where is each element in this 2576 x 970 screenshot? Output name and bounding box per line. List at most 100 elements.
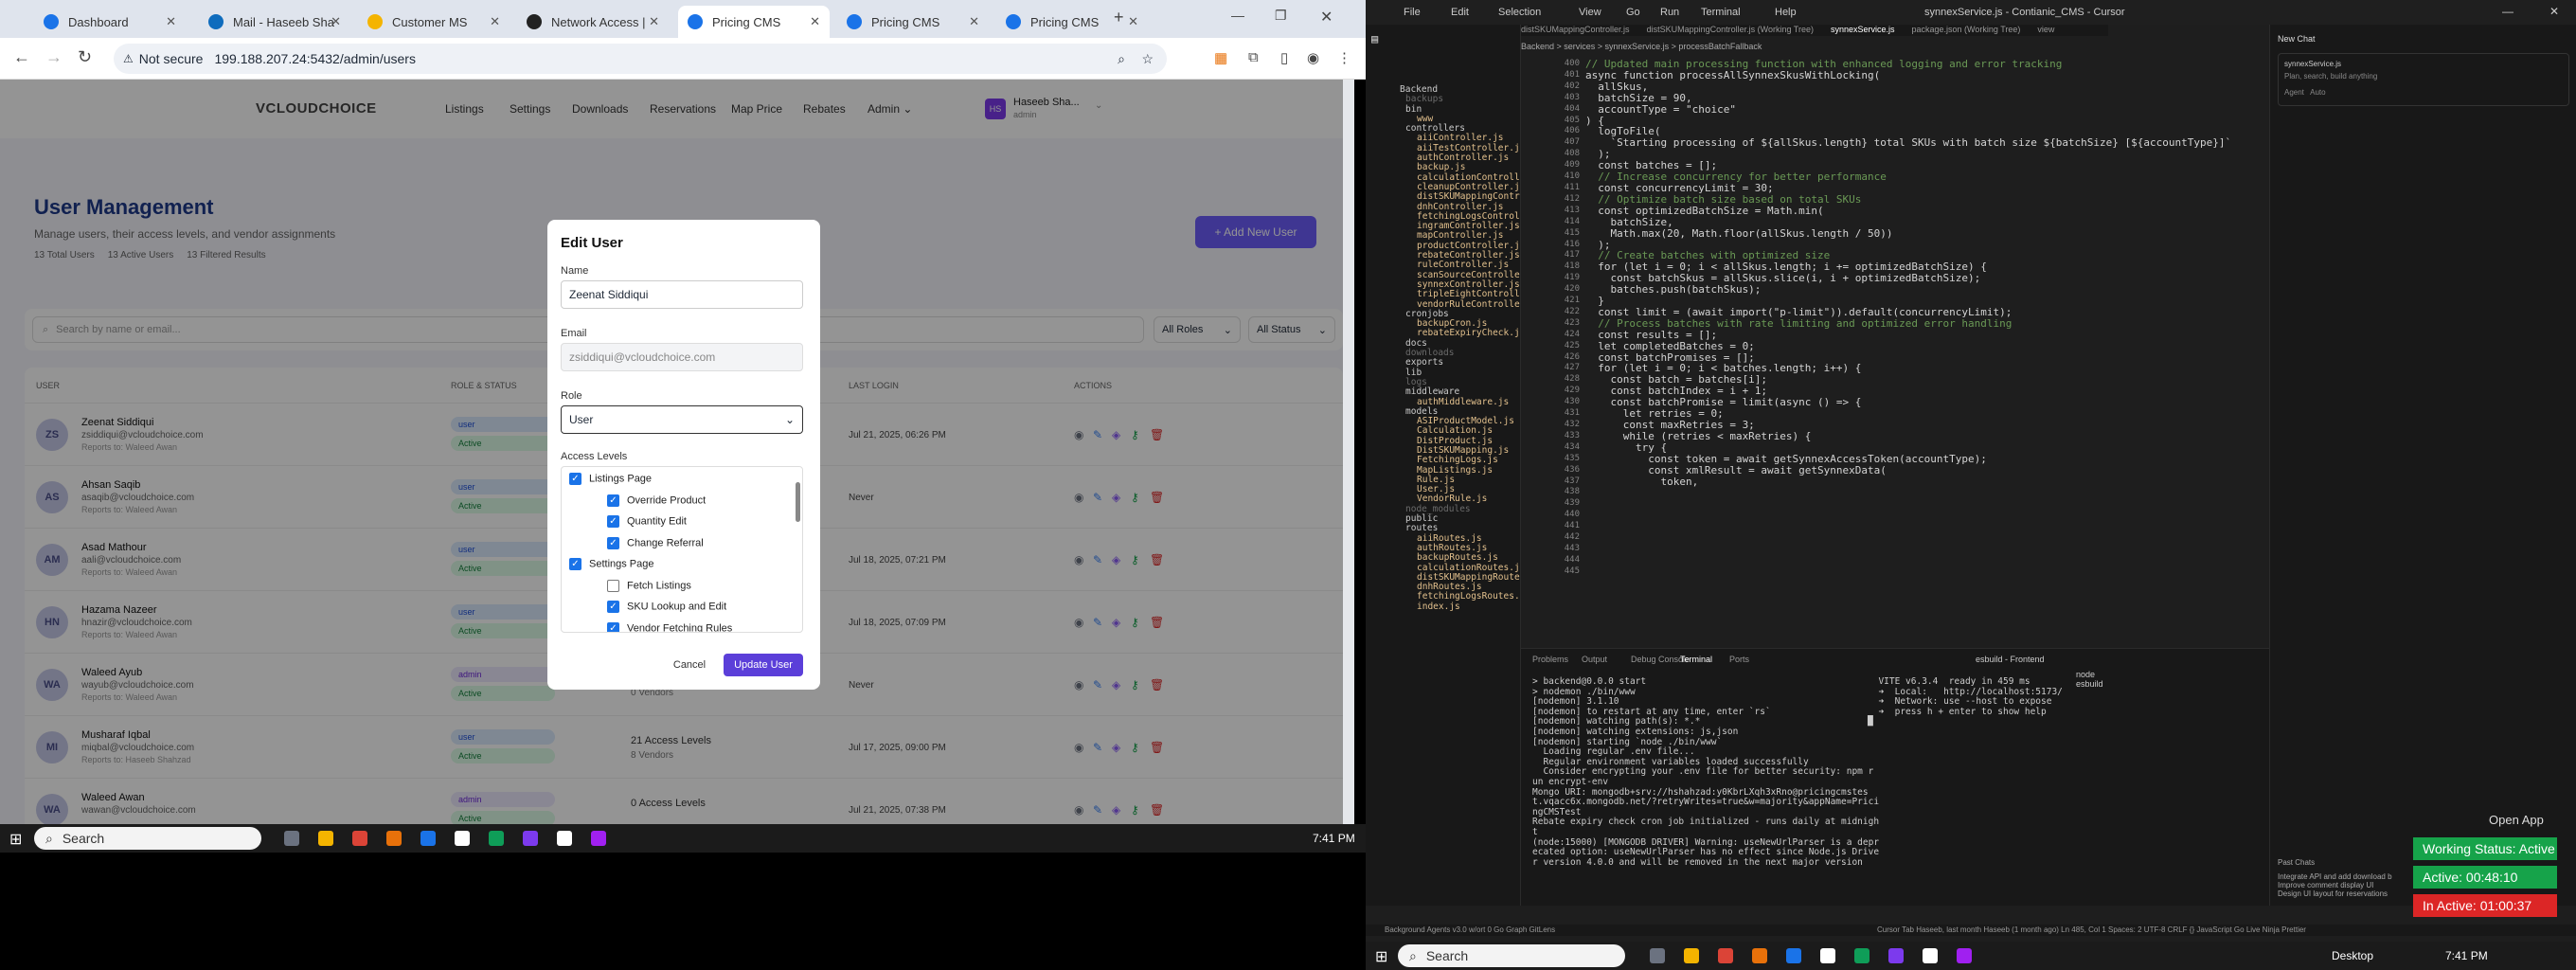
zoom-icon[interactable]: ⌕ <box>1118 51 1125 67</box>
profile-icon[interactable]: ◉ <box>1307 49 1319 66</box>
forward-icon[interactable]: → <box>45 47 63 67</box>
taskbar-app-icon[interactable] <box>284 831 299 846</box>
access-item[interactable]: ✓ Settings Page <box>569 558 654 570</box>
panel-tab-ports[interactable]: Ports <box>1729 655 1749 664</box>
name-field[interactable]: Zeenat Siddiqui <box>561 280 803 309</box>
checkbox[interactable]: ✓ <box>607 494 619 507</box>
terminal-item-esbuild[interactable]: esbuild <box>2076 679 2103 689</box>
extensions-puzzle-icon[interactable]: ⧉ <box>1248 49 1259 65</box>
update-user-button[interactable]: Update User <box>724 654 803 676</box>
chat-auto[interactable]: Auto <box>2310 88 2325 97</box>
taskbar-app-icon[interactable] <box>1923 948 1938 963</box>
editor-tab[interactable]: view <box>2037 25 2054 34</box>
tab-close-icon[interactable]: ✕ <box>969 14 979 29</box>
browser-tab[interactable]: Pricing CMS ✕ <box>837 6 989 38</box>
access-item[interactable]: ✓ Change Referral <box>607 536 704 549</box>
menu-help[interactable]: Help <box>1775 7 1797 18</box>
taskbar-app-icon[interactable] <box>1888 948 1904 963</box>
role-select[interactable]: User ⌄ <box>561 405 803 434</box>
chat-agent[interactable]: Agent <box>2284 88 2304 97</box>
scrollbar-thumb[interactable] <box>796 482 800 522</box>
editor-tab[interactable]: package.json (Working Tree) <box>1912 25 2021 34</box>
new-tab-button[interactable]: + <box>1114 8 1124 27</box>
access-item[interactable]: ✓ Vendor Fetching Rules <box>607 621 732 632</box>
checkbox[interactable] <box>607 579 619 592</box>
taskbar-app-icon[interactable] <box>1854 948 1869 963</box>
taskbar-app-icon[interactable] <box>591 831 606 846</box>
tree-file[interactable]: tripleEightController.js <box>1400 289 1520 299</box>
editor-tab[interactable]: distSKUMappingController.js <box>1521 25 1630 34</box>
menu-file[interactable]: File <box>1404 7 1421 18</box>
close-window-button[interactable]: ✕ <box>2549 5 2559 18</box>
taskbar-app-icon[interactable] <box>386 831 402 846</box>
email-field[interactable]: zsiddiqui@vcloudchoice.com <box>561 343 803 371</box>
tree-file[interactable]: backupRoutes.js <box>1400 552 1520 563</box>
tab-close-icon[interactable]: ✕ <box>490 14 500 29</box>
taskbar-app-icon[interactable] <box>489 831 504 846</box>
reload-icon[interactable]: ↻ <box>78 47 92 67</box>
windows-start-icon[interactable]: ⊞ <box>1375 947 1387 966</box>
panel-tab-output[interactable]: Output <box>1582 655 1607 664</box>
taskbar-app-icon[interactable] <box>523 831 538 846</box>
taskbar-app-icon[interactable] <box>1957 948 1972 963</box>
page-scrollbar[interactable] <box>1343 80 1354 824</box>
tab-close-icon[interactable]: ✕ <box>649 14 659 29</box>
minimize-button[interactable]: — <box>2502 5 2513 18</box>
close-window-button[interactable]: ✕ <box>1320 8 1333 27</box>
tab-close-icon[interactable]: ✕ <box>810 14 820 29</box>
extension-icon[interactable]: ▦ <box>1214 49 1227 66</box>
browser-tab[interactable]: Mail - Haseeb Sha ✕ <box>199 6 350 38</box>
checkbox[interactable]: ✓ <box>607 621 619 632</box>
taskbar-app-icon[interactable] <box>1718 948 1733 963</box>
menu-go[interactable]: Go <box>1626 7 1640 18</box>
taskbar-app-icon[interactable] <box>1752 948 1767 963</box>
menu-selection[interactable]: Selection <box>1498 7 1541 18</box>
back-icon[interactable]: ← <box>13 47 30 67</box>
open-app-button[interactable]: Open App <box>2489 813 2544 827</box>
browser-tab[interactable]: Pricing CMS ✕ <box>678 6 830 38</box>
menu-view[interactable]: View <box>1579 7 1601 18</box>
access-item[interactable]: ✓ SKU Lookup and Edit <box>607 601 726 613</box>
menu-terminal[interactable]: Terminal <box>1701 7 1741 18</box>
taskbar-app-icon[interactable] <box>557 831 572 846</box>
terminal-frontend[interactable]: VITE v6.3.4 ready in 459 ms ➜ Local: htt… <box>1868 676 2063 728</box>
maximize-button[interactable]: ❐ <box>1275 8 1287 24</box>
tree-folder[interactable]: middleware <box>1400 386 1520 397</box>
menu-edit[interactable]: Edit <box>1451 7 1469 18</box>
chat-input[interactable]: synnexService.js Plan, search, build any… <box>2278 53 2569 106</box>
editor-tab[interactable]: distSKUMappingController.js (Working Tre… <box>1647 25 1814 34</box>
access-item[interactable]: ✓ Quantity Edit <box>607 515 687 528</box>
access-levels-list[interactable]: ✓ Listings Page ✓ Override Product ✓ Quantity… <box>561 466 803 633</box>
taskbar-app-icon[interactable] <box>1786 948 1801 963</box>
minimize-button[interactable]: — <box>1231 8 1244 23</box>
sidebar-icon[interactable]: ▯ <box>1280 49 1288 66</box>
taskbar-app-icon[interactable] <box>1820 948 1835 963</box>
tab-close-icon[interactable]: ✕ <box>166 14 176 29</box>
checkbox[interactable]: ✓ <box>607 515 619 528</box>
browser-tab[interactable]: Customer MS ✕ <box>358 6 510 38</box>
taskbar-app-icon[interactable] <box>1684 948 1699 963</box>
terminal-item-node[interactable]: node <box>2076 670 2103 679</box>
code-editor[interactable]: // Updated main processing function with… <box>1585 59 2231 646</box>
url-field[interactable]: ⚠ Not secure 199.188.207.24:5432/admin/u… <box>114 44 1167 74</box>
access-item[interactable]: ✓ Listings Page <box>569 473 652 485</box>
taskbar-search[interactable]: ⌕ Search <box>1398 944 1625 967</box>
browser-tab[interactable]: Network Access | ✕ <box>517 6 669 38</box>
taskbar-app-icon[interactable] <box>1650 948 1665 963</box>
checkbox[interactable]: ✓ <box>569 558 581 570</box>
access-item[interactable]: Fetch Listings <box>607 579 691 592</box>
bookmark-star-icon[interactable]: ☆ <box>1141 51 1154 67</box>
show-desktop-label[interactable]: Desktop <box>2332 949 2373 962</box>
browser-tab[interactable]: Pricing CMS ✕ <box>996 6 1148 38</box>
browser-tab[interactable]: Dashboard ✕ <box>34 6 186 38</box>
checkbox[interactable]: ✓ <box>607 536 619 549</box>
tab-close-icon[interactable]: ✕ <box>1128 14 1138 29</box>
panel-tab-terminal[interactable]: Terminal <box>1680 655 1712 664</box>
taskbar-app-icon[interactable] <box>420 831 436 846</box>
editor-tab[interactable]: synnexService.js <box>1831 25 1895 34</box>
minimap[interactable] <box>2199 59 2256 627</box>
menu-icon[interactable]: ⋮ <box>1337 49 1351 66</box>
tree-file[interactable]: index.js <box>1400 602 1520 612</box>
checkbox[interactable]: ✓ <box>569 473 581 485</box>
checkbox[interactable]: ✓ <box>607 601 619 613</box>
